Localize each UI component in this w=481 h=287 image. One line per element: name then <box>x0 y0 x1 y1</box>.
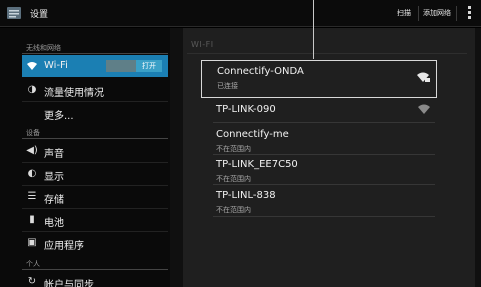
network-status: 不在范围内 <box>216 175 251 183</box>
sidebar-item-label: 更多... <box>44 111 74 122</box>
sidebar-item-sound[interactable]: ◀) 声音 <box>22 140 168 162</box>
storage-icon: ☰ <box>27 191 37 202</box>
apps-icon: ▣ <box>27 237 37 248</box>
overflow-menu-icon[interactable] <box>468 6 472 21</box>
sidebar-item-label: 流量使用情况 <box>44 88 104 99</box>
data-usage-icon: ◑ <box>27 84 37 95</box>
wifi-icon <box>26 60 38 72</box>
row-divider <box>213 216 435 217</box>
settings-sidebar: 无线和网络 Wi-Fi 打开 ◑ 流量使用情况 更多... 设备 ◀) 声音 ◐… <box>0 28 170 287</box>
wifi-toggle[interactable]: 打开 <box>106 60 162 72</box>
sound-icon: ◀) <box>26 145 38 156</box>
sidebar-item-label: 声音 <box>44 149 64 160</box>
battery-icon: ▮ <box>29 214 35 225</box>
section-divider <box>22 269 168 270</box>
sidebar-item-label: 电池 <box>44 218 64 229</box>
section-divider <box>22 53 168 54</box>
section-header-wireless: 无线和网络 <box>26 44 61 52</box>
action-bar: 设置 扫描 添加网络 <box>0 0 481 27</box>
sidebar-item-storage[interactable]: ☰ 存储 <box>22 186 168 208</box>
sidebar-item-label: 显示 <box>44 172 64 183</box>
sidebar-item-label: 帐户与同步 <box>44 280 94 287</box>
sidebar-item-label: 应用程序 <box>44 241 84 252</box>
wifi-panel: WI-FI Connectify-ONDA 已连接 TP-LINK-090 Co… <box>170 28 481 287</box>
sidebar-item-label: 存储 <box>44 195 64 206</box>
action-divider <box>456 6 457 21</box>
network-status: 不在范围内 <box>216 206 251 214</box>
add-network-button[interactable]: 添加网络 <box>423 8 451 18</box>
network-status: 已连接 <box>217 82 238 90</box>
wifi-icon <box>418 104 430 114</box>
network-name: TP-LINL-838 <box>216 190 276 201</box>
section-header-personal: 个人 <box>26 260 40 268</box>
network-name: TP-LINK_EE7C50 <box>216 159 298 170</box>
network-name: TP-LINK-090 <box>216 104 276 115</box>
sync-icon: ↻ <box>27 276 37 287</box>
network-item[interactable]: Connectify-ONDA 已连接 <box>201 60 437 98</box>
scan-button[interactable]: 扫描 <box>397 8 411 18</box>
wifi-list-container: WI-FI Connectify-ONDA 已连接 TP-LINK-090 Co… <box>183 28 475 287</box>
toggle-state-label: 打开 <box>136 60 162 72</box>
sidebar-item-display[interactable]: ◐ 显示 <box>22 163 168 185</box>
annotation-line <box>313 0 314 59</box>
sidebar-item-accounts-sync[interactable]: ↻ 帐户与同步 <box>22 271 168 287</box>
sidebar-item-wifi[interactable]: Wi-Fi 打开 <box>22 55 168 77</box>
network-status: 不在范围内 <box>216 145 251 153</box>
sidebar-item-label: Wi-Fi <box>44 60 68 71</box>
header-divider <box>187 53 467 54</box>
wifi-section-header: WI-FI <box>191 40 214 49</box>
display-icon: ◐ <box>27 168 37 179</box>
sidebar-item-data-usage[interactable]: ◑ 流量使用情况 <box>22 79 168 101</box>
sidebar-item-apps[interactable]: ▣ 应用程序 <box>22 232 168 254</box>
network-name: Connectify-me <box>216 129 289 140</box>
action-divider <box>418 6 419 21</box>
sidebar-item-more[interactable]: 更多... <box>22 102 168 124</box>
sidebar-item-battery[interactable]: ▮ 电池 <box>22 209 168 231</box>
settings-app-icon[interactable] <box>6 5 22 21</box>
wifi-lock-icon <box>417 72 430 82</box>
row-divider <box>213 122 435 123</box>
network-item[interactable]: TP-LINL-838 不在范围内 <box>201 185 437 223</box>
page-title: 设置 <box>30 10 49 20</box>
network-name: Connectify-ONDA <box>217 66 304 77</box>
section-divider <box>22 138 168 139</box>
section-header-device: 设备 <box>26 129 40 137</box>
